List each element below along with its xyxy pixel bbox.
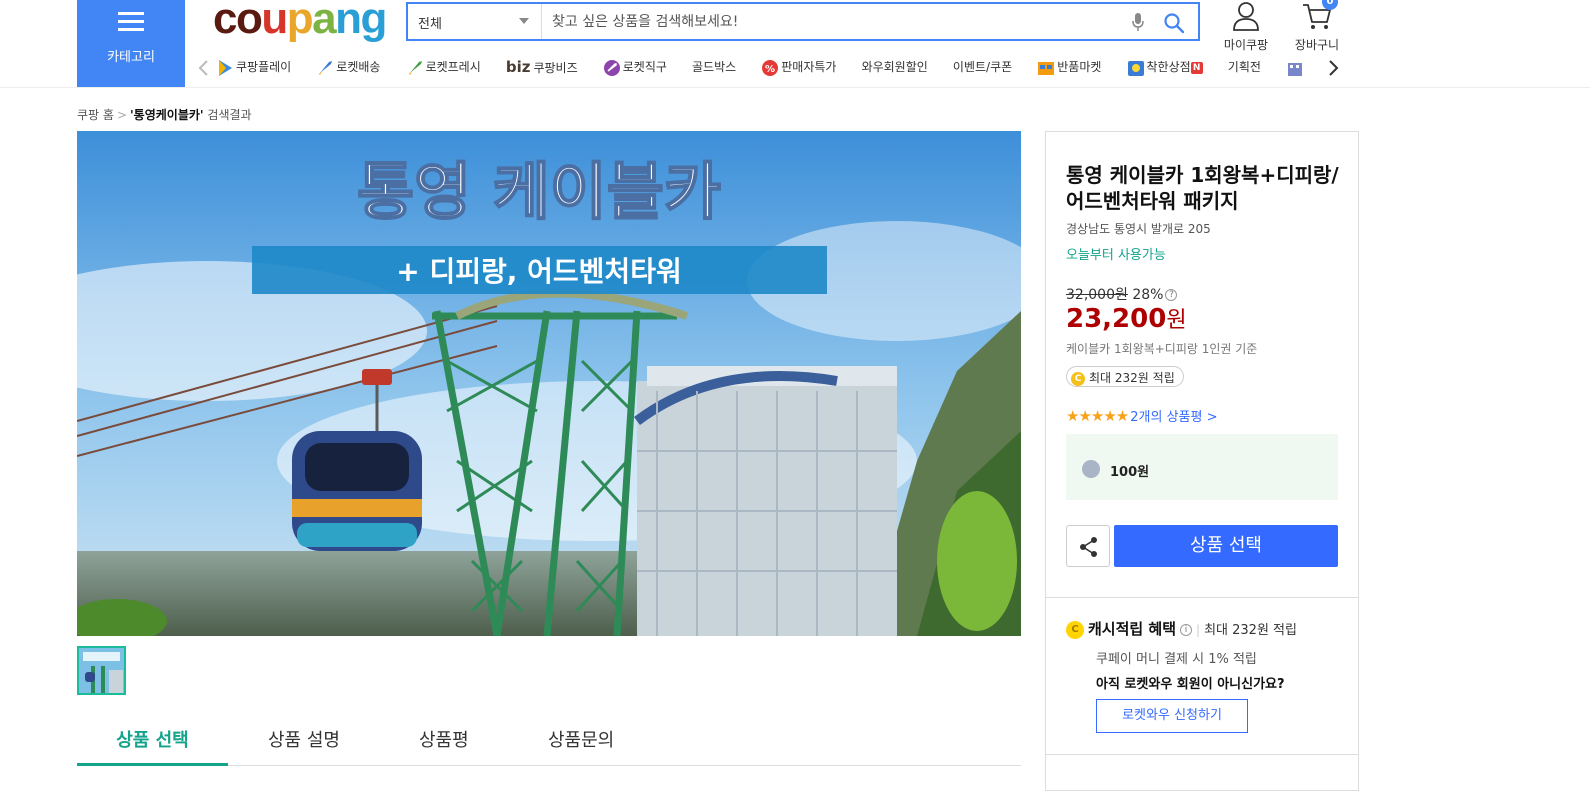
breadcrumb-home[interactable]: 쿠팡 홈 — [77, 108, 114, 122]
building-icon — [1288, 62, 1302, 76]
product-address: 경상남도 통영시 발개로 205 — [1066, 222, 1211, 236]
my-coupang-button[interactable]: 마이쿠팡 — [1218, 0, 1274, 53]
return-market-icon — [1038, 61, 1055, 75]
cash-max: 최대 232원 적립 — [1204, 623, 1297, 638]
rocket-global-icon — [603, 59, 620, 76]
divider — [1046, 754, 1358, 755]
hamburger-icon — [118, 12, 144, 32]
cart-count-badge: 0 — [1322, 0, 1338, 10]
nav-item-seller-deal[interactable]: % 판매자특가 — [761, 55, 836, 81]
my-coupang-label: 마이쿠팡 — [1223, 38, 1269, 52]
original-price-row: 32,000원 28%? — [1066, 284, 1178, 304]
search-input[interactable] — [544, 4, 1114, 39]
nav-item-return-market[interactable]: 반품마켓 — [1037, 55, 1101, 81]
breadcrumb-query[interactable]: '통영케이블카' — [130, 108, 204, 122]
star-rating-icon: ★★★★★ — [1066, 407, 1129, 425]
rocket-fresh-icon — [408, 60, 422, 75]
nav-item-coupang-play[interactable]: 쿠팡플레이 — [216, 55, 291, 81]
product-tabs: 상품 선택 상품 설명 상품평 상품문의 — [77, 716, 1021, 766]
chevron-left-icon[interactable] — [196, 58, 212, 78]
purchase-panel: 통영 케이블카 1회왕복+디피랑/어드벤처타워 패키지 경상남도 통영시 발개로… — [1045, 131, 1359, 791]
search-icon[interactable] — [1163, 12, 1185, 34]
cash-coin-icon: C — [1066, 620, 1084, 639]
category-button[interactable]: 카테고리 — [77, 0, 185, 87]
wow-question: 아직 로켓와우 회원이 아니신가요? — [1096, 677, 1285, 692]
tab-reviews[interactable]: 상품평 — [419, 726, 469, 766]
hero-headline: 통영 케이블카 — [357, 155, 721, 228]
cart-label: 장바구니 — [1294, 38, 1340, 52]
nav-items: 쿠팡플레이 로켓배송 로켓프레시 biz 쿠팡비즈 로켓직구 골드박스 % 판매자특… — [216, 55, 1316, 81]
user-icon — [1233, 2, 1259, 31]
rating-link[interactable]: ★★★★★ 2개의 상품평 > — [1066, 406, 1217, 425]
nav-item-rocket-fresh[interactable]: 로켓프레시 — [406, 55, 481, 81]
share-icon — [1080, 537, 1097, 557]
tab-inquiry[interactable]: 상품문의 — [548, 726, 614, 766]
good-store-icon — [1127, 60, 1144, 76]
price-basis: 케이블카 1회왕복+디피랑 1인권 기준 — [1066, 342, 1258, 356]
cash-title: 캐시적립 혜택 — [1088, 620, 1177, 638]
option-item[interactable]: 100원 — [1066, 434, 1338, 500]
category-label: 카테고리 — [107, 50, 155, 65]
coupang-logo[interactable]: coupang — [213, 0, 387, 44]
hero-subline: + 디피랑, 어드벤처타워 — [396, 255, 681, 288]
nav-item-rocket[interactable]: 로켓배송 — [316, 55, 380, 81]
option-label: 100원 — [1110, 465, 1150, 480]
svg-text:%: % — [765, 64, 775, 75]
nav-item-goldbox[interactable]: 골드박스 — [692, 55, 736, 81]
tab-product-description[interactable]: 상품 설명 — [268, 726, 340, 766]
microphone-icon[interactable] — [1131, 12, 1145, 32]
divider — [1046, 597, 1358, 598]
help-icon[interactable]: ? — [1165, 289, 1178, 301]
info-icon[interactable]: i — [1180, 623, 1193, 636]
nav-item-event-coupon[interactable]: 이벤트/쿠폰 — [953, 55, 1012, 81]
biz-icon: biz — [505, 58, 531, 76]
new-badge: N — [1190, 61, 1203, 74]
chevron-right-icon[interactable] — [1325, 58, 1341, 78]
nav-item-good-store[interactable]: 착한상점 N — [1127, 55, 1203, 81]
search-scope-select[interactable]: 전체 — [408, 4, 542, 39]
sale-price: 23,200원 — [1066, 304, 1187, 334]
product-title: 통영 케이블카 1회왕복+디피랑/어드벤처타워 패키지 — [1066, 163, 1339, 213]
discount-rate: 28% — [1132, 287, 1164, 303]
chevron-down-icon — [519, 18, 529, 24]
category-nav: 쿠팡플레이 로켓배송 로켓프레시 biz 쿠팡비즈 로켓직구 골드박스 % 판매자특… — [196, 55, 1341, 81]
product-thumbnail[interactable] — [77, 646, 126, 695]
reward-badge: C 최대 232원 적립 — [1066, 366, 1184, 387]
cash-sub: 쿠페이 머니 결제 시 1% 적립 — [1096, 652, 1257, 667]
select-product-button[interactable]: 상품 선택 — [1114, 525, 1338, 567]
nav-item-wow-discount[interactable]: 와우회원할인 — [862, 55, 928, 81]
breadcrumb-suffix: 검색결과 — [207, 108, 252, 122]
rocket-icon — [319, 60, 333, 75]
search-bar: 전체 — [406, 2, 1200, 41]
rocket-wow-join-button[interactable]: 로켓와우 신청하기 — [1096, 699, 1248, 733]
cash-reward-section: C 캐시적립 혜택 i | 최대 232원 적립 쿠페이 머니 결제 시 1% 적립 아… — [1066, 618, 1356, 733]
original-price: 32,000원 — [1066, 287, 1128, 303]
header: 카테고리 coupang 전체 마이쿠팡 0 장바구니 — [0, 0, 1590, 88]
usable-date: 오늘부터 사용가능 — [1066, 248, 1166, 263]
product-main-image[interactable]: 통영 케이블카 + 디피랑, 어드벤처타워 — [77, 131, 1021, 636]
tab-product-select[interactable]: 상품 선택 — [77, 726, 228, 766]
option-dot-icon — [1082, 460, 1100, 478]
cart-button[interactable]: 0 장바구니 — [1288, 0, 1346, 53]
percent-icon: % — [762, 59, 779, 76]
share-button[interactable] — [1066, 525, 1110, 567]
chevron-right-icon: > — [116, 108, 127, 122]
nav-item-more[interactable] — [1286, 55, 1306, 81]
coupang-play-icon — [219, 59, 232, 76]
cash-coin-icon: C — [1071, 371, 1085, 386]
search-scope-value: 전체 — [418, 17, 442, 32]
nav-item-special[interactable]: 기획전 — [1228, 55, 1261, 81]
nav-item-rocket-global[interactable]: 로켓직구 — [603, 55, 667, 81]
nav-item-coupang-biz[interactable]: biz 쿠팡비즈 — [506, 55, 578, 81]
breadcrumb: 쿠팡 홈 > '통영케이블카' 검색결과 — [77, 106, 252, 123]
